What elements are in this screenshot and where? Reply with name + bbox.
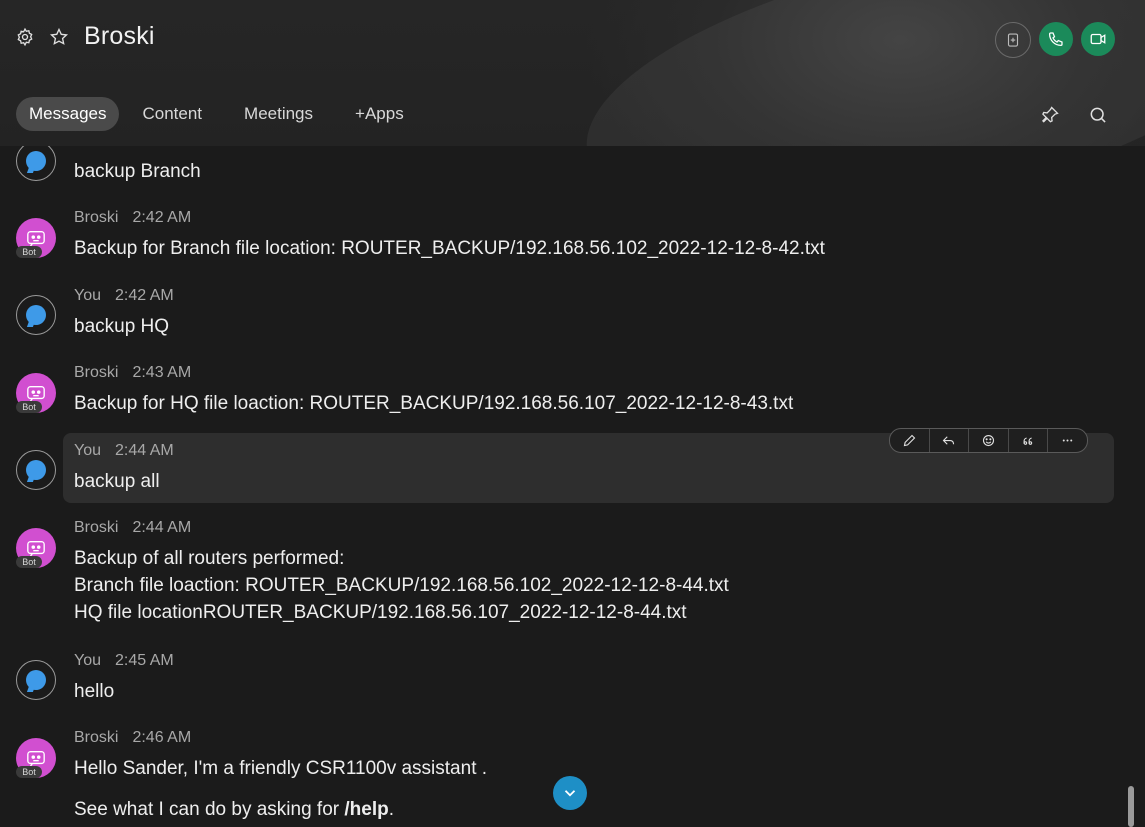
- help-command: /help: [344, 799, 389, 820]
- message-help-line: See what I can do by asking for /help.: [74, 796, 394, 823]
- chevron-down-icon: [564, 790, 576, 797]
- chat-bubble-icon: [26, 151, 46, 171]
- react-icon: [982, 434, 995, 447]
- avatar[interactable]: [16, 295, 56, 335]
- message-meta: You 2:44 AM: [74, 442, 174, 460]
- timestamp: 2:45 AM: [115, 652, 174, 669]
- chat-bubble-icon: [26, 460, 46, 480]
- star-icon[interactable]: [48, 26, 70, 48]
- help-prefix: See what I can do by asking for: [74, 799, 345, 820]
- bot-icon: [27, 385, 45, 402]
- bot-badge: Bot: [16, 556, 42, 568]
- message-list[interactable]: backup Branch Bot Broski 2:42 AM Backup f…: [0, 146, 1145, 827]
- chat-bubble-icon: [26, 305, 46, 325]
- tab-messages[interactable]: Messages: [16, 97, 120, 131]
- tab-apps[interactable]: +Apps: [342, 97, 417, 131]
- call-button[interactable]: [1039, 22, 1073, 56]
- reply-icon: [943, 436, 955, 445]
- sender-name: You: [74, 287, 101, 304]
- bot-badge: Bot: [16, 401, 42, 413]
- video-button[interactable]: [1081, 22, 1115, 56]
- sender-name: Broski: [74, 729, 119, 746]
- timestamp: 2:44 AM: [115, 442, 174, 459]
- timestamp: 2:44 AM: [132, 519, 192, 536]
- edit-button[interactable]: [890, 429, 930, 452]
- phone-icon: [1048, 32, 1063, 47]
- space-title: Broski: [84, 22, 155, 50]
- gear-icon[interactable]: [14, 26, 36, 48]
- reply-button[interactable]: [930, 429, 970, 452]
- add-to-space-icon: [1007, 33, 1019, 47]
- bot-icon: [27, 230, 45, 247]
- more-icon: [1062, 439, 1073, 442]
- message-text: Backup for HQ file loaction: ROUTER_BACK…: [74, 393, 794, 414]
- avatar[interactable]: [16, 146, 56, 181]
- message-text: backup HQ: [74, 316, 170, 337]
- video-icon: [1090, 33, 1106, 45]
- message-text: Backup of all routers performed:: [74, 548, 345, 569]
- space-tabs: Messages Content Meetings +Apps: [16, 97, 417, 131]
- tab-meetings[interactable]: Meetings: [231, 97, 326, 131]
- sender-name: Broski: [74, 364, 119, 381]
- avatar[interactable]: [16, 660, 56, 700]
- sender-name: Broski: [74, 519, 119, 536]
- message-text: Hello Sander, I'm a friendly CSR1100v as…: [74, 758, 488, 779]
- message-text: backup all: [74, 471, 160, 492]
- scroll-to-bottom-button[interactable]: [553, 776, 587, 810]
- bot-icon: [27, 540, 45, 557]
- sender-name: You: [74, 652, 101, 669]
- space-header: Broski Messages Content Meetings +Apps: [0, 0, 1145, 146]
- message-text: Branch file loaction: ROUTER_BACKUP/192.…: [74, 575, 729, 596]
- react-button[interactable]: [969, 429, 1009, 452]
- bot-badge: Bot: [16, 246, 42, 258]
- sender-name: Broski: [74, 209, 119, 226]
- message-meta: You 2:42 AM: [74, 287, 174, 305]
- title-row: Broski: [14, 22, 155, 51]
- add-to-space-button[interactable]: [995, 22, 1031, 58]
- edit-icon: [903, 434, 916, 447]
- message-text: Backup for Branch file location: ROUTER_…: [74, 238, 825, 259]
- pin-icon[interactable]: [1039, 104, 1061, 126]
- message-meta: You 2:45 AM: [74, 652, 174, 670]
- chat-bubble-icon: [26, 670, 46, 690]
- help-suffix: .: [388, 799, 395, 820]
- sender-name: You: [74, 442, 101, 459]
- message-text: hello: [74, 681, 115, 702]
- call-actions: [995, 22, 1115, 58]
- timestamp: 2:43 AM: [132, 364, 192, 381]
- message-meta: Broski 2:43 AM: [74, 364, 191, 382]
- more-options-button[interactable]: [1048, 429, 1087, 452]
- bot-icon: [27, 750, 45, 767]
- scrollbar-thumb[interactable]: [1128, 786, 1134, 827]
- timestamp: 2:42 AM: [115, 287, 174, 304]
- message-meta: Broski 2:44 AM: [74, 519, 191, 537]
- search-icon[interactable]: [1087, 104, 1109, 126]
- quote-button[interactable]: [1009, 429, 1049, 452]
- message-meta: Broski 2:42 AM: [74, 209, 191, 227]
- message-meta: Broski 2:46 AM: [74, 729, 191, 747]
- timestamp: 2:42 AM: [132, 209, 192, 226]
- quote-icon: [1023, 437, 1032, 445]
- header-tools: [1039, 104, 1109, 126]
- bot-badge: Bot: [16, 766, 42, 778]
- avatar[interactable]: [16, 450, 56, 490]
- tab-content[interactable]: Content: [129, 97, 215, 131]
- message-hover-toolbar: [889, 428, 1088, 453]
- message-text: HQ file locationROUTER_BACKUP/192.168.56…: [74, 602, 687, 623]
- timestamp: 2:46 AM: [132, 729, 192, 746]
- message-text: backup Branch: [74, 161, 201, 182]
